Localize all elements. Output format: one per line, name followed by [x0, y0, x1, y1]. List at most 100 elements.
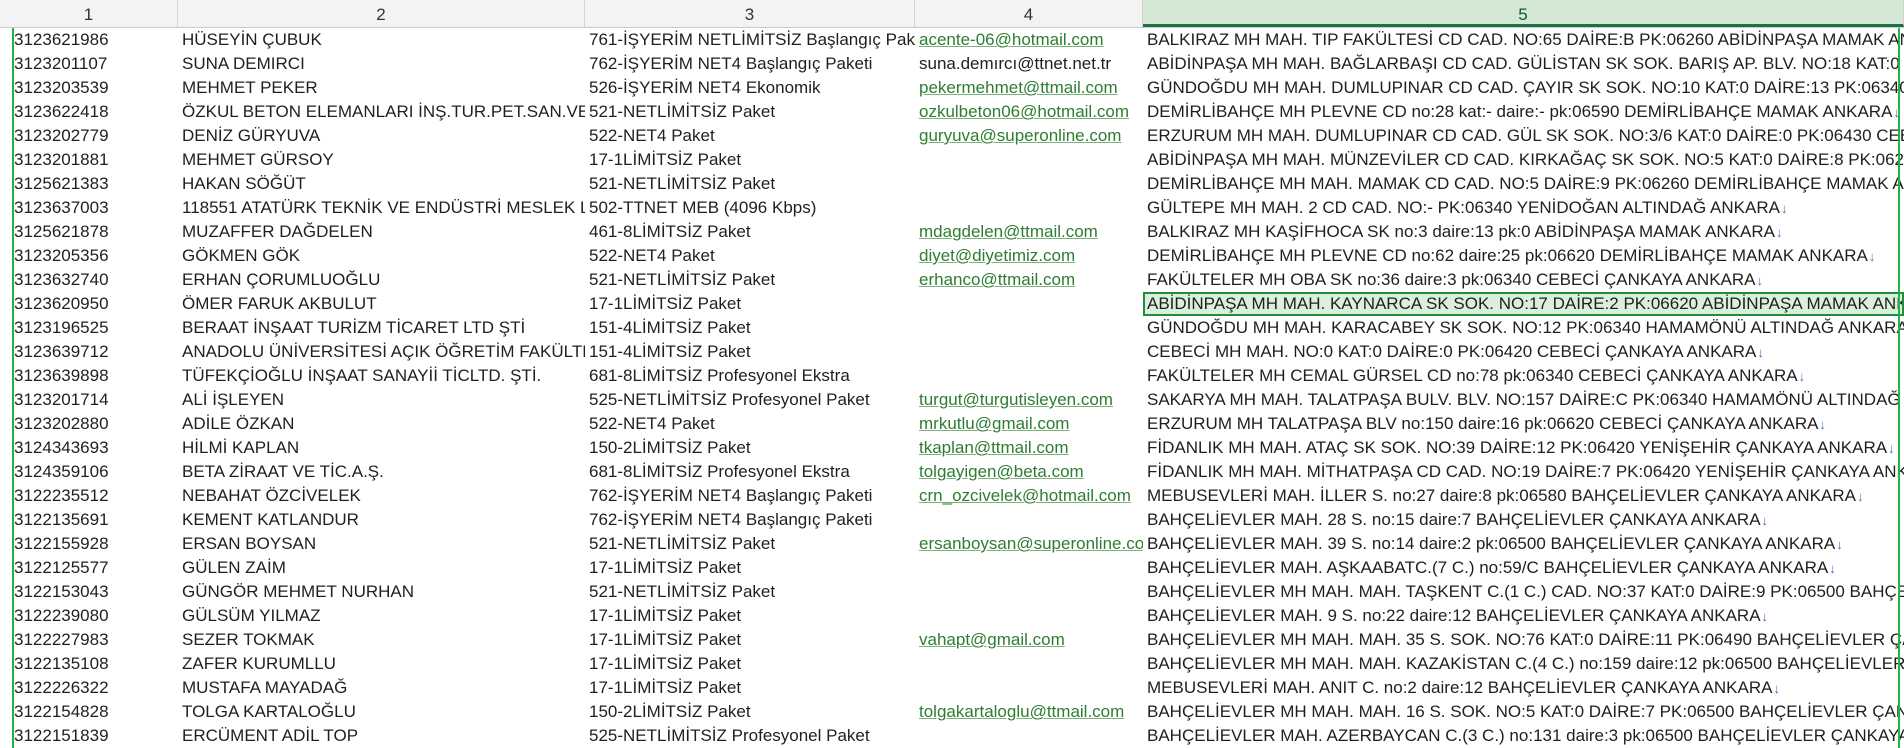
cell-address[interactable]: FİDANLIK MH MAH. ATAÇ SK SOK. NO:39 DAİR…: [1143, 436, 1904, 460]
cell-address[interactable]: BAHÇELİEVLER MAH. 28 S. no:15 daire:7 BA…: [1143, 508, 1904, 532]
cell-id[interactable]: 3122227983: [0, 628, 178, 652]
cell-id[interactable]: 3123622418: [0, 100, 178, 124]
cell-id[interactable]: 3122155928: [0, 532, 178, 556]
cell-name[interactable]: MUSTAFA MAYADAĞ: [178, 676, 585, 700]
cell-name[interactable]: SUNA DEMIRCI: [178, 52, 585, 76]
cell-address[interactable]: FAKÜLTELER MH CEMAL GÜRSEL CD no:78 pk:0…: [1143, 364, 1904, 388]
cell-id[interactable]: 3122135108: [0, 652, 178, 676]
cell-email[interactable]: vahapt@gmail.com: [915, 628, 1143, 652]
cell-package[interactable]: 150-2LİMİTSİZ Paket: [585, 436, 915, 460]
column-header-5[interactable]: 5: [1143, 0, 1904, 27]
cell-name[interactable]: NEBAHAT ÖZCİVELEK: [178, 484, 585, 508]
cell-name[interactable]: ALİ İŞLEYEN: [178, 388, 585, 412]
cell-email[interactable]: guryuva@superonline.com: [915, 124, 1143, 148]
cell-email[interactable]: [915, 316, 1143, 340]
cell-package[interactable]: 150-2LİMİTSİZ Paket: [585, 700, 915, 724]
cell-id[interactable]: 3123632740: [0, 268, 178, 292]
cell-package[interactable]: 762-İŞYERİM NET4 Başlangıç Paketi: [585, 508, 915, 532]
cell-address[interactable]: ABİDİNPAŞA MH MAH. BAĞLARBAŞI CD CAD. GÜ…: [1143, 52, 1904, 76]
cell-package[interactable]: 762-İŞYERİM NET4 Başlangıç Paketi: [585, 484, 915, 508]
cell-name[interactable]: ZAFER KURUMLLU: [178, 652, 585, 676]
cell-name[interactable]: HÜSEYİN ÇUBUK: [178, 28, 585, 52]
cell-package[interactable]: 681-8LİMİTSİZ Profesyonel Ekstra: [585, 460, 915, 484]
cell-name[interactable]: 118551 ATATÜRK TEKNİK VE ENDÜSTRİ MESLEK…: [178, 196, 585, 220]
cell-email[interactable]: [915, 364, 1143, 388]
cell-address[interactable]: FAKÜLTELER MH OBA SK no:36 daire:3 pk:06…: [1143, 268, 1904, 292]
cell-package[interactable]: 762-İŞYERİM NET4 Başlangıç Paketi: [585, 52, 915, 76]
column-header-3[interactable]: 3: [585, 0, 915, 27]
cell-email[interactable]: tkaplan@ttmail.com: [915, 436, 1143, 460]
cell-name[interactable]: ERSAN BOYSAN: [178, 532, 585, 556]
cell-name[interactable]: MEHMET PEKER: [178, 76, 585, 100]
cell-email[interactable]: turgut@turgutisleyen.com: [915, 388, 1143, 412]
cell-package[interactable]: 521-NETLİMİTSİZ Paket: [585, 580, 915, 604]
cell-name[interactable]: ERHAN ÇORUMLUOĞLU: [178, 268, 585, 292]
cell-package[interactable]: 151-4LİMİTSİZ Paket: [585, 316, 915, 340]
cell-id[interactable]: 3123639898: [0, 364, 178, 388]
cell-address[interactable]: CEBECİ MH MAH. NO:0 KAT:0 DAİRE:0 PK:064…: [1143, 340, 1904, 364]
cell-address[interactable]: BALKIRAZ MH MAH. TIP FAKÜLTESİ CD CAD. N…: [1143, 28, 1904, 52]
cell-package[interactable]: 17-1LİMİTSİZ Paket: [585, 292, 915, 316]
cell-id[interactable]: 3122151839: [0, 724, 178, 748]
cell-address[interactable]: BALKIRAZ MH KAŞİFHOCA SK no:3 daire:13 p…: [1143, 220, 1904, 244]
cell-package[interactable]: 522-NET4 Paket: [585, 244, 915, 268]
cell-id[interactable]: 3123202779: [0, 124, 178, 148]
cell-package[interactable]: 17-1LİMİTSİZ Paket: [585, 676, 915, 700]
cell-name[interactable]: GÖKMEN GÖK: [178, 244, 585, 268]
cell-id[interactable]: 3123205356: [0, 244, 178, 268]
cell-name[interactable]: GÜLSÜM YILMAZ: [178, 604, 585, 628]
cell-id[interactable]: 3123201881: [0, 148, 178, 172]
cell-id[interactable]: 3122154828: [0, 700, 178, 724]
cell-id[interactable]: 3122153043: [0, 580, 178, 604]
cell-name[interactable]: DENİZ GÜRYUVA: [178, 124, 585, 148]
spreadsheet[interactable]: 1 2 3 4 5 3123621986 HÜSEYİN ÇUBUK 761-İŞY…: [0, 0, 1904, 748]
cell-email[interactable]: [915, 340, 1143, 364]
cell-email[interactable]: ersanboysan@superonline.com: [915, 532, 1143, 556]
cell-email[interactable]: mdagdelen@ttmail.com: [915, 220, 1143, 244]
cell-package[interactable]: 17-1LİMİTSİZ Paket: [585, 604, 915, 628]
cell-name[interactable]: ANADOLU ÜNİVERSİTESİ AÇIK ÖĞRETİM FAKÜLT…: [178, 340, 585, 364]
column-header-1[interactable]: 1: [0, 0, 178, 27]
cell-name[interactable]: TOLGA KARTALOĞLU: [178, 700, 585, 724]
cell-email[interactable]: [915, 580, 1143, 604]
cell-package[interactable]: 521-NETLİMİTSİZ Paket: [585, 172, 915, 196]
cell-email[interactable]: [915, 724, 1143, 748]
cell-id[interactable]: 3124359106: [0, 460, 178, 484]
cell-address[interactable]: DEMİRLİBAHÇE MH PLEVNE CD no:62 daire:25…: [1143, 244, 1904, 268]
cell-email[interactable]: erhanco@ttmail.com: [915, 268, 1143, 292]
cell-package[interactable]: 522-NET4 Paket: [585, 412, 915, 436]
cell-name[interactable]: ERCÜMENT ADİL TOP: [178, 724, 585, 748]
cell-id[interactable]: 3123201714: [0, 388, 178, 412]
cell-id[interactable]: 3123620950: [0, 292, 178, 316]
cell-package[interactable]: 17-1LİMİTSİZ Paket: [585, 148, 915, 172]
cell-name[interactable]: SEZER TOKMAK: [178, 628, 585, 652]
cell-address[interactable]: DEMİRLİBAHÇE MH PLEVNE CD no:28 kat:- da…: [1143, 100, 1904, 124]
cell-address[interactable]: BAHÇELİEVLER MH MAH. MAH. TAŞKENT C.(1 C…: [1143, 580, 1904, 604]
cell-name[interactable]: GÜNGÖR MEHMET NURHAN: [178, 580, 585, 604]
cell-address[interactable]: GÜNDOĞDU MH MAH. DUMLUPINAR CD CAD. ÇAYI…: [1143, 76, 1904, 100]
cell-package[interactable]: 17-1LİMİTSİZ Paket: [585, 652, 915, 676]
cell-name[interactable]: MUZAFFER DAĞDELEN: [178, 220, 585, 244]
cell-name[interactable]: KEMENT KATLANDUR: [178, 508, 585, 532]
cell-name[interactable]: BERAAT İNŞAAT TURİZM TİCARET LTD ŞTİ: [178, 316, 585, 340]
cell-id[interactable]: 3123203539: [0, 76, 178, 100]
cell-package[interactable]: 525-NETLİMİTSİZ Profesyonel Paket: [585, 724, 915, 748]
cell-address[interactable]: GÜNDOĞDU MH MAH. KARACABEY SK SOK. NO:12…: [1143, 316, 1904, 340]
cell-address[interactable]: ABİDİNPAŞA MH MAH. KAYNARCA SK SOK. NO:1…: [1143, 292, 1904, 316]
cell-id[interactable]: 3122135691: [0, 508, 178, 532]
cell-id[interactable]: 3125621383: [0, 172, 178, 196]
cell-package[interactable]: 526-İŞYERİM NET4 Ekonomik: [585, 76, 915, 100]
cell-id[interactable]: 3123196525: [0, 316, 178, 340]
column-header-4[interactable]: 4: [915, 0, 1143, 27]
cell-email[interactable]: [915, 508, 1143, 532]
cell-email[interactable]: pekermehmet@ttmail.com: [915, 76, 1143, 100]
cell-email[interactable]: [915, 556, 1143, 580]
cell-email[interactable]: [915, 148, 1143, 172]
cell-id[interactable]: 3122235512: [0, 484, 178, 508]
cell-email[interactable]: [915, 604, 1143, 628]
cell-name[interactable]: ÖZKUL BETON ELEMANLARI İNŞ.TUR.PET.SAN.V…: [178, 100, 585, 124]
cell-package[interactable]: 525-NETLİMİTSİZ Profesyonel Paket: [585, 388, 915, 412]
cell-email[interactable]: [915, 292, 1143, 316]
cell-package[interactable]: 461-8LİMİTSİZ Paket: [585, 220, 915, 244]
cell-package[interactable]: 151-4LİMİTSİZ Paket: [585, 340, 915, 364]
